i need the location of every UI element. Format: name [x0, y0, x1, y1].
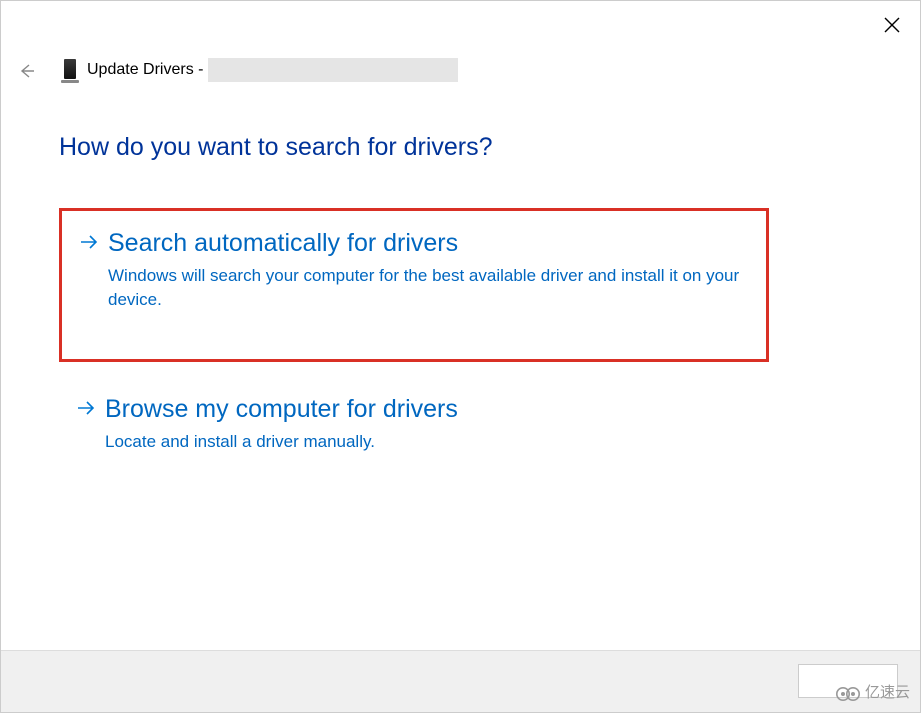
back-arrow-icon — [19, 63, 35, 79]
option-description: Locate and install a driver manually. — [105, 430, 745, 455]
device-name-redacted — [208, 58, 458, 82]
option-title: Search automatically for drivers — [108, 227, 458, 260]
dialog-footer — [1, 650, 920, 712]
option-browse-computer[interactable]: Browse my computer for drivers Locate an… — [59, 387, 769, 474]
cancel-button[interactable] — [798, 664, 898, 698]
dialog-header: Update Drivers - — [61, 57, 458, 83]
arrow-right-icon — [77, 401, 95, 415]
option-title: Browse my computer for drivers — [105, 393, 458, 426]
update-drivers-dialog: Update Drivers - How do you want to sear… — [0, 0, 921, 713]
arrow-right-icon — [80, 235, 98, 249]
dialog-title: Update Drivers - — [87, 58, 458, 82]
close-icon — [884, 17, 900, 33]
device-icon — [61, 57, 79, 83]
option-description: Windows will search your computer for th… — [108, 264, 748, 313]
title-prefix: Update Drivers - — [87, 61, 203, 78]
option-search-automatically[interactable]: Search automatically for drivers Windows… — [59, 208, 769, 362]
close-button[interactable] — [880, 13, 904, 37]
main-heading: How do you want to search for drivers? — [59, 133, 493, 162]
back-button[interactable] — [15, 59, 39, 83]
